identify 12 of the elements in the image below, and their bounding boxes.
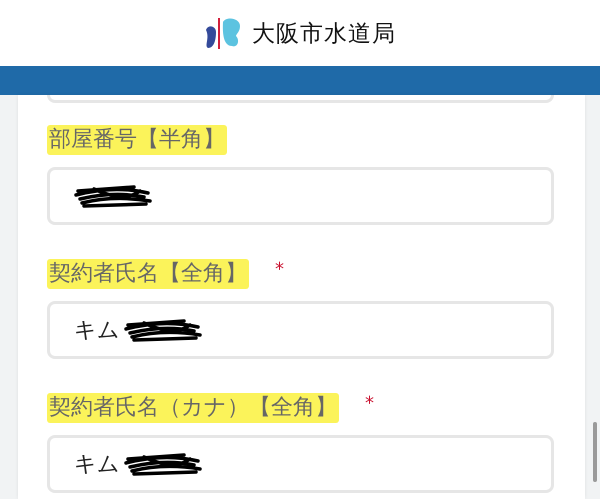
logo-icon — [204, 16, 242, 50]
required-mark: * — [275, 259, 284, 280]
input-field[interactable]: キム — [47, 301, 554, 359]
scrollbar — [593, 422, 597, 482]
site-title: 大阪市水道局 — [252, 20, 396, 48]
input-field[interactable] — [47, 95, 554, 103]
required-mark: * — [365, 393, 374, 414]
field-label: 部屋番号【半角】 — [47, 125, 227, 155]
input-field[interactable] — [47, 167, 554, 225]
field-label: 契約者氏名（カナ）【全角】 — [47, 393, 339, 423]
field-label: 契約者氏名【全角】 — [47, 259, 249, 289]
input-field[interactable]: キム — [47, 435, 554, 493]
